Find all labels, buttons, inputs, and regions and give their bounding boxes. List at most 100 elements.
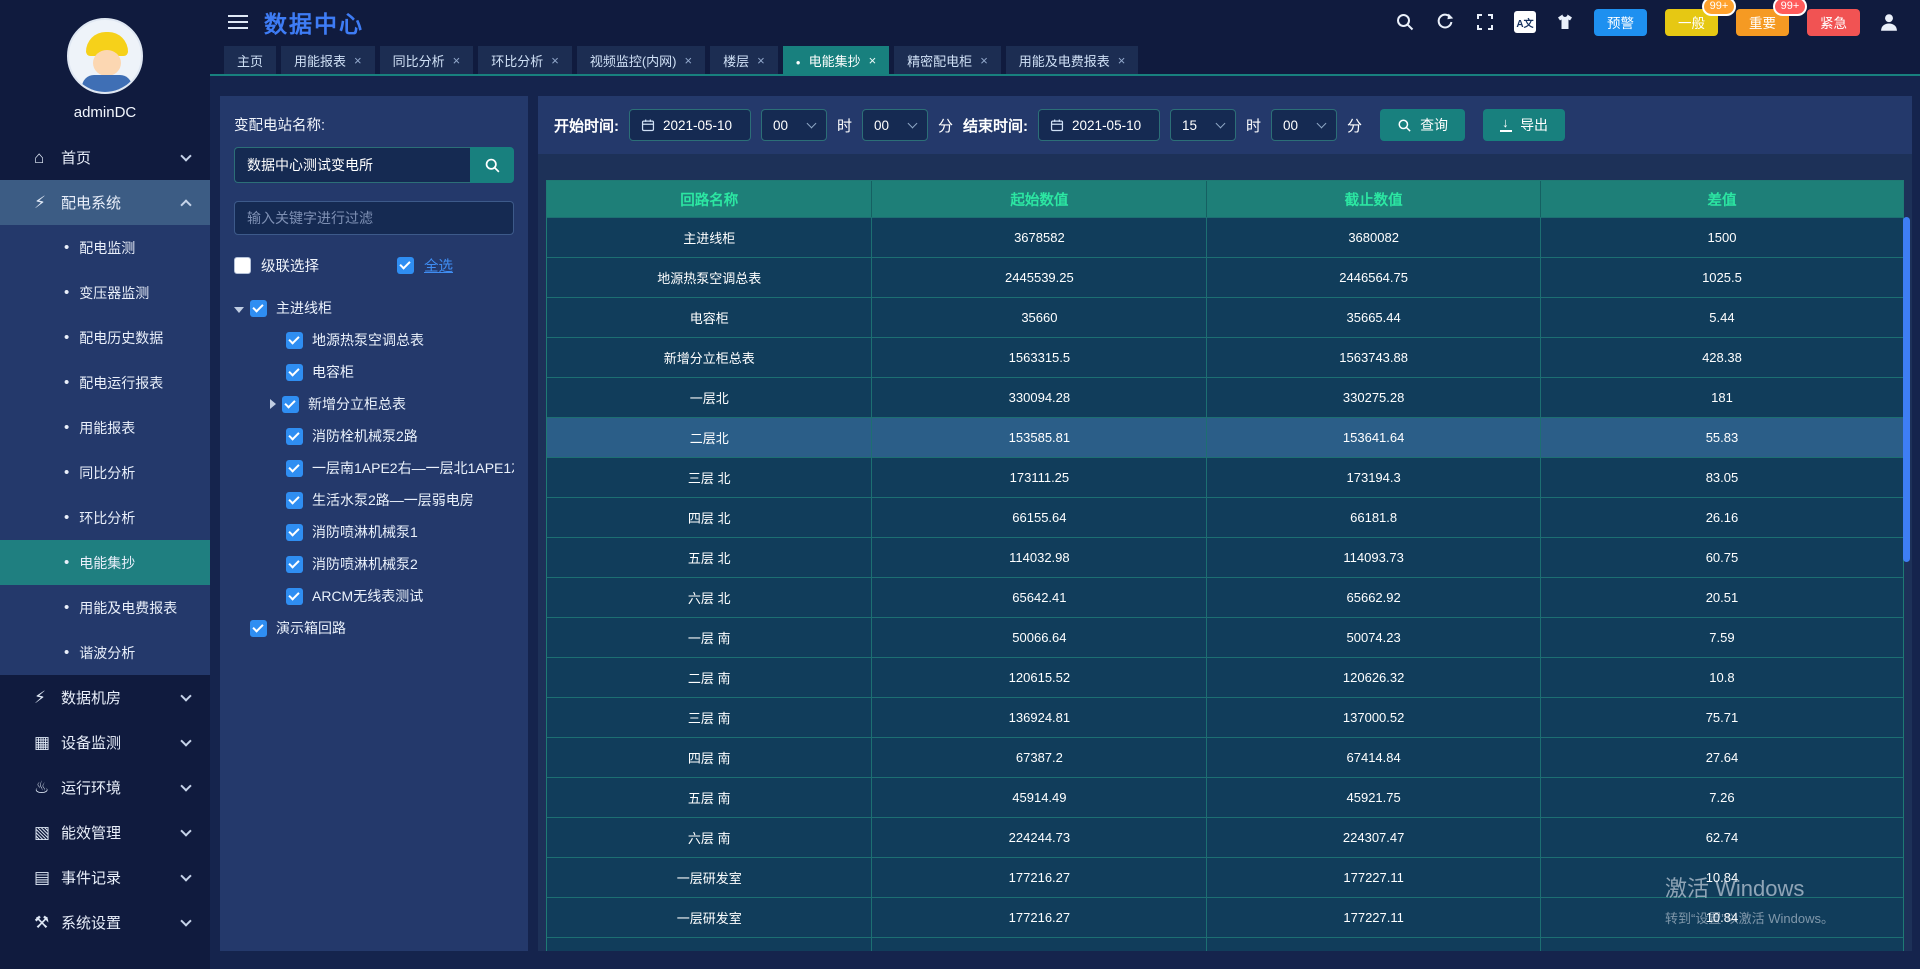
tree-expand-icon[interactable] — [270, 495, 280, 505]
table-row[interactable]: 三层 南 136924.81 137000.52 75.71 — [547, 697, 1903, 737]
table-scrollbar[interactable] — [1903, 217, 1910, 562]
alarm-button[interactable]: 预警 — [1594, 9, 1647, 36]
start-date-picker[interactable]: 2021-05-10 — [629, 109, 751, 141]
cascade-checkbox[interactable] — [234, 257, 251, 274]
select-all-checkbox[interactable] — [397, 257, 414, 274]
tree-checkbox[interactable] — [286, 556, 303, 573]
table-row[interactable]: 三层 北 173111.25 173194.3 83.05 — [547, 457, 1903, 497]
tree-expand-icon[interactable] — [270, 367, 280, 377]
search-icon[interactable] — [1394, 11, 1416, 33]
tree-checkbox[interactable] — [250, 620, 267, 637]
avatar[interactable] — [67, 18, 143, 94]
table-row[interactable]: 五层 北 114032.98 114093.73 60.75 — [547, 537, 1903, 577]
table-row[interactable]: 二层 南 120615.52 120626.32 10.8 — [547, 657, 1903, 697]
tab-close-icon[interactable] — [354, 53, 362, 68]
tree-expand-icon[interactable] — [270, 399, 276, 409]
table-row[interactable]: 一层北 330094.28 330275.28 181 — [547, 377, 1903, 417]
table-row[interactable]: 二层北 153585.81 153641.64 55.83 — [547, 417, 1903, 457]
tab-close-icon[interactable] — [1118, 53, 1126, 68]
sidebar-menu-item[interactable]: 事件记录 — [0, 855, 210, 900]
tree-node[interactable]: 新增分立柜总表 — [234, 388, 514, 420]
end-date-picker[interactable]: 2021-05-10 — [1038, 109, 1160, 141]
tree-expand-icon[interactable] — [270, 527, 280, 537]
tree-checkbox[interactable] — [286, 460, 303, 477]
tree-checkbox[interactable] — [286, 332, 303, 349]
tree-node[interactable]: 生活水泵2路—一层弱电房 — [234, 484, 514, 516]
tree-expand-icon[interactable] — [270, 559, 280, 569]
sidebar-menu-item[interactable]: 谐波分析 — [0, 630, 210, 675]
table-row[interactable]: 六层 北 65642.41 65662.92 20.51 — [547, 577, 1903, 617]
tab-close-icon[interactable] — [685, 53, 693, 68]
tree-checkbox[interactable] — [286, 492, 303, 509]
tab[interactable]: 环比分析 — [478, 46, 572, 74]
tab-close-icon[interactable] — [551, 53, 559, 68]
tree-checkbox[interactable] — [286, 588, 303, 605]
tree-checkbox[interactable] — [286, 364, 303, 381]
table-row[interactable]: 六层 南 224244.73 224307.47 62.74 — [547, 817, 1903, 857]
tree-checkbox[interactable] — [250, 300, 267, 317]
tab[interactable]: 楼层 — [710, 46, 778, 74]
tab-close-icon[interactable] — [869, 53, 877, 68]
sidebar-menu-item[interactable]: 能效管理 — [0, 810, 210, 855]
sidebar-menu-item[interactable]: 配电运行报表 — [0, 360, 210, 405]
sidebar-menu-item[interactable]: 变压器监测 — [0, 270, 210, 315]
tab-close-icon[interactable] — [980, 53, 988, 68]
sidebar-menu-item[interactable]: 用能及电费报表 — [0, 585, 210, 630]
tab[interactable]: 用能及电费报表 — [1006, 46, 1139, 74]
station-search-button[interactable] — [470, 147, 514, 183]
refresh-icon[interactable] — [1434, 11, 1456, 33]
translate-icon[interactable]: A文 — [1514, 11, 1536, 33]
end-minute-select[interactable]: 00 — [1271, 109, 1337, 141]
sidebar-toggle-icon[interactable] — [228, 15, 248, 29]
tree-node[interactable]: 演示箱回路 — [234, 612, 514, 644]
tree-node[interactable]: 电容柜 — [234, 356, 514, 388]
tab[interactable]: 电能集抄 — [783, 46, 889, 74]
table-row[interactable]: 四层 北 66155.64 66181.8 26.16 — [547, 497, 1903, 537]
tree-expand-icon[interactable] — [234, 307, 244, 313]
query-button[interactable]: 查询 — [1380, 109, 1465, 141]
table-row[interactable]: 一层研发室 177216.27 177227.11 10.84 — [547, 857, 1903, 897]
select-all-label[interactable]: 全选 — [424, 255, 453, 276]
tree-node[interactable]: ARCM无线表测试 — [234, 580, 514, 612]
sidebar-menu-item[interactable]: 首页 — [0, 135, 210, 180]
keyword-filter-input[interactable] — [234, 201, 514, 235]
sidebar-menu-item[interactable]: 环比分析 — [0, 495, 210, 540]
tab[interactable]: 视频监控(内网) — [577, 46, 705, 74]
station-input[interactable] — [234, 147, 470, 183]
tree-node[interactable]: 消防喷淋机械泵1 — [234, 516, 514, 548]
tree-node[interactable]: 消防栓机械泵2路 — [234, 420, 514, 452]
table-row[interactable]: 地源热泵空调总表 2445539.25 2446564.75 1025.5 — [547, 257, 1903, 297]
sidebar-menu-item[interactable]: 设备监测 — [0, 720, 210, 765]
tree-expand-icon[interactable] — [270, 335, 280, 345]
table-row[interactable]: 五层 南 45914.49 45921.75 7.26 — [547, 777, 1903, 817]
tree-node[interactable]: 消防喷淋机械泵2 — [234, 548, 514, 580]
fullscreen-icon[interactable] — [1474, 11, 1496, 33]
table-row[interactable]: 电容柜 35660 35665.44 5.44 — [547, 297, 1903, 337]
tree-checkbox[interactable] — [286, 428, 303, 445]
tab[interactable]: 精密配电柜 — [894, 46, 1001, 74]
table-row[interactable]: 四层 南 67387.2 67414.84 27.64 — [547, 737, 1903, 777]
sidebar-menu-item[interactable]: 电能集抄 — [0, 540, 210, 585]
alarm-button[interactable]: 重要 99+ — [1736, 9, 1789, 36]
tree-node[interactable]: 主进线柜 — [234, 292, 514, 324]
start-hour-select[interactable]: 00 — [761, 109, 827, 141]
table-row[interactable]: 主进线柜 3678582 3680082 1500 — [547, 217, 1903, 257]
sidebar-menu-item[interactable]: 配电历史数据 — [0, 315, 210, 360]
table-row[interactable] — [547, 937, 1903, 951]
tab-close-icon[interactable] — [453, 53, 461, 68]
alarm-button[interactable]: 一般 99+ — [1665, 9, 1718, 36]
tree-expand-icon[interactable] — [270, 431, 280, 441]
tab-close-icon[interactable] — [757, 53, 765, 68]
sidebar-menu-item[interactable]: 用能报表 — [0, 405, 210, 450]
theme-shirt-icon[interactable] — [1554, 11, 1576, 33]
tree-checkbox[interactable] — [282, 396, 299, 413]
tree-expand-icon[interactable] — [270, 591, 280, 601]
end-hour-select[interactable]: 15 — [1170, 109, 1236, 141]
export-button[interactable]: 导出 — [1483, 109, 1565, 141]
tree-node[interactable]: 地源热泵空调总表 — [234, 324, 514, 356]
sidebar-menu-item[interactable]: 系统设置 — [0, 900, 210, 945]
start-minute-select[interactable]: 00 — [862, 109, 928, 141]
table-row[interactable]: 一层 南 50066.64 50074.23 7.59 — [547, 617, 1903, 657]
tree-expand-icon[interactable] — [234, 623, 244, 633]
sidebar-menu-item[interactable]: 配电系统 — [0, 180, 210, 225]
